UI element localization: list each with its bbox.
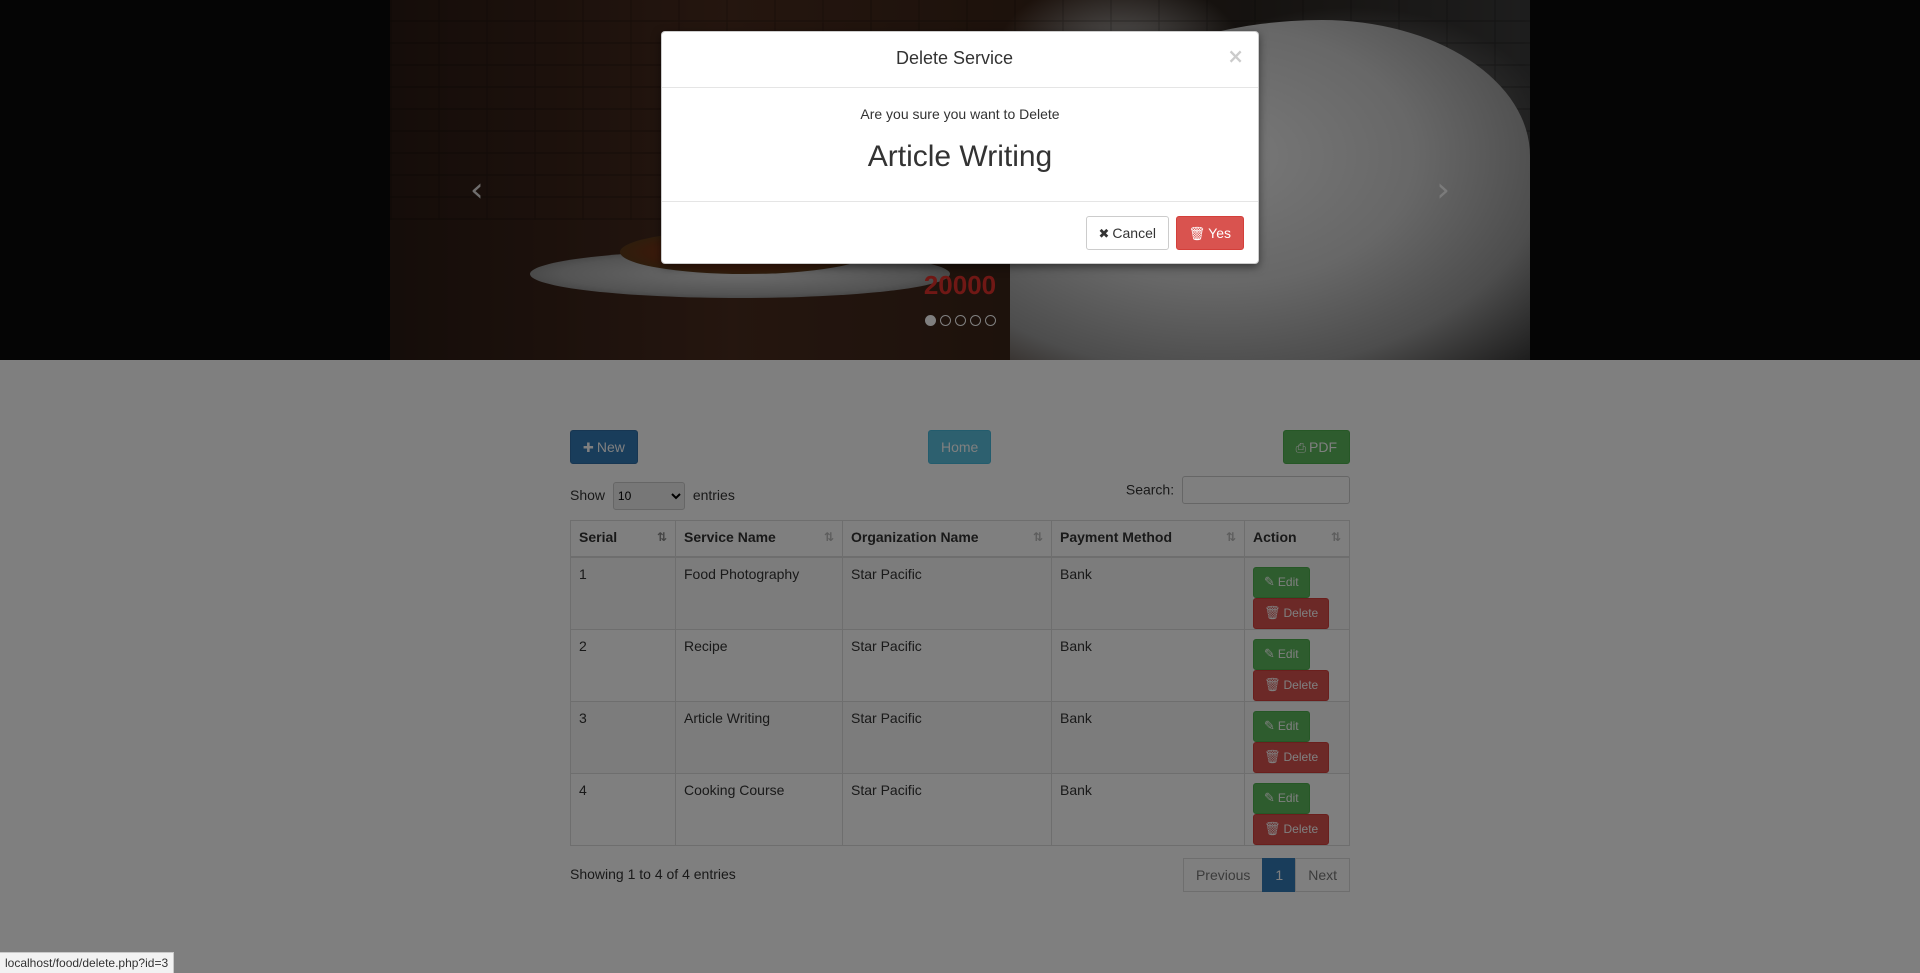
yes-label: Yes [1208, 225, 1231, 241]
close-icon: ✖ [1098, 227, 1110, 242]
modal-title: Delete Service [895, 48, 1014, 68]
modal-body: Are you sure you want to Delete Article … [662, 88, 1258, 202]
status-bar-url: localhost/food/delete.php?id=3 [0, 952, 175, 973]
cancel-label: Cancel [1112, 225, 1156, 241]
modal-header: Delete Service × [662, 32, 1258, 88]
yes-button[interactable]: 🗑 Yes [1175, 216, 1244, 250]
close-icon[interactable]: × [1227, 44, 1244, 68]
delete-service-modal: Delete Service × Are you sure you want t… [661, 31, 1259, 264]
trash-icon: 🗑 [1188, 227, 1206, 242]
cancel-button[interactable]: ✖ Cancel [1085, 216, 1169, 250]
modal-footer: ✖ Cancel 🗑 Yes [662, 202, 1258, 265]
confirm-question: Are you sure you want to Delete [860, 106, 1060, 122]
item-to-delete: Article Writing [867, 140, 1053, 173]
